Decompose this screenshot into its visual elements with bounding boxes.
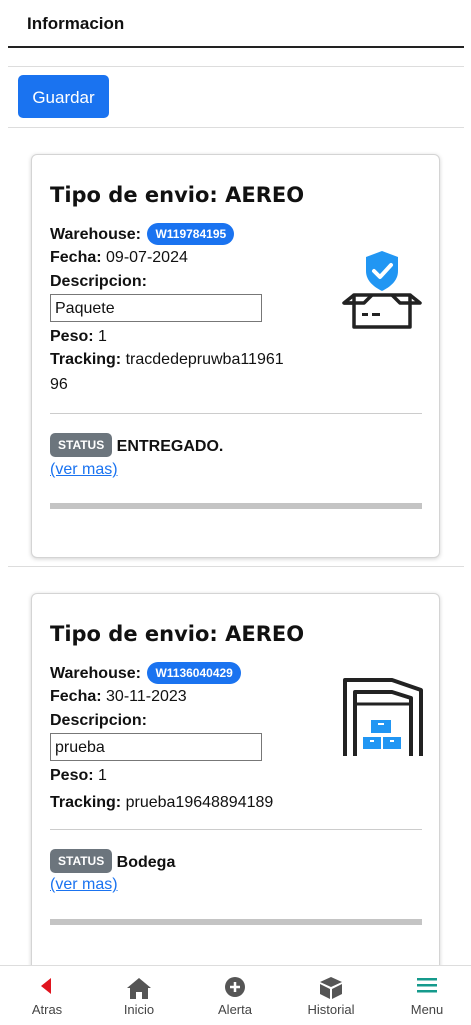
divider (8, 566, 464, 567)
nav-history-label: Historial (307, 1002, 355, 1017)
tracking-value: prueba19648894189 (125, 794, 274, 811)
box-icon (320, 977, 342, 999)
page-title: Informacion (27, 14, 125, 33)
date-label: Fecha: (50, 249, 102, 266)
nav-alert[interactable]: Alerta (188, 966, 282, 1025)
shipment-card: Tipo de envio: AEREO Warehouse: W1197841… (31, 154, 440, 558)
weight-label: Peso: (50, 767, 94, 784)
status-badge: STATUS (50, 849, 113, 873)
shipment-card: Tipo de envio: AEREO Warehouse: W1136040… (31, 593, 440, 995)
warehouse-label: Warehouse: (50, 665, 141, 682)
date-label: Fecha: (50, 688, 102, 705)
status-value: Bodega (116, 854, 176, 871)
nav-history[interactable]: Historial (284, 966, 378, 1025)
home-icon (127, 978, 151, 999)
warehouse-icon (342, 676, 424, 763)
weight-row: Peso: 1 (50, 328, 107, 346)
status-badge: STATUS (50, 433, 113, 457)
back-arrow-icon (41, 978, 51, 994)
warehouse-id-badge: W119784195 (147, 223, 235, 245)
weight-row: Peso: 1 (50, 767, 107, 785)
date-value: 09-07-2024 (106, 249, 188, 266)
nav-menu-label: Menu (410, 1002, 444, 1017)
date-value: 30-11-2023 (106, 688, 187, 705)
divider (8, 66, 464, 67)
description-field[interactable]: prueba (50, 733, 262, 761)
tracking-label: Tracking: (50, 351, 122, 368)
weight-label: Peso: (50, 328, 94, 345)
warehouse-id-badge: W1136040429 (147, 662, 241, 684)
header-divider (8, 46, 464, 48)
status-value: ENTREGADO. (116, 438, 224, 455)
package-delivered-icon (342, 249, 422, 336)
nav-back[interactable]: Atras (0, 966, 94, 1025)
save-button[interactable]: Guardar (18, 75, 109, 118)
card-divider (50, 829, 422, 830)
status-row: STATUS ENTREGADO. (50, 433, 223, 457)
see-more-link[interactable]: (ver mas) (50, 876, 118, 894)
description-field[interactable]: Paquete (50, 294, 262, 322)
shipment-type-title: Tipo de envio: AEREO (50, 622, 305, 646)
nav-home[interactable]: Inicio (92, 966, 186, 1025)
status-row: STATUS Bodega (50, 849, 175, 873)
progress-bar (50, 503, 422, 509)
description-label: Descripcion: (50, 273, 147, 290)
divider (8, 127, 464, 128)
nav-alert-label: Alerta (218, 1002, 252, 1017)
bottom-navigation: Atras Inicio Alerta Historial Menu (0, 965, 471, 1025)
nav-back-label: Atras (31, 1002, 63, 1017)
hamburger-menu-icon (417, 978, 437, 993)
weight-value: 1 (98, 328, 107, 345)
tracking-row: Tracking: prueba19648894189 (50, 790, 290, 815)
progress-bar (50, 919, 422, 925)
weight-value: 1 (98, 767, 107, 784)
tracking-row: Tracking: tracdedepruwba1196196 (50, 347, 290, 397)
top-header: Informacion (0, 0, 471, 48)
plus-circle-icon (225, 977, 245, 997)
see-more-link[interactable]: (ver mas) (50, 461, 118, 479)
date-row: Fecha: 09-07-2024 (50, 249, 188, 267)
date-row: Fecha: 30-11-2023 (50, 688, 187, 706)
warehouse-row: Warehouse: W119784195 (50, 223, 235, 245)
nav-menu[interactable]: Menu (380, 966, 471, 1025)
tracking-label: Tracking: (50, 794, 122, 811)
nav-home-label: Inicio (123, 1002, 155, 1017)
shipment-type-title: Tipo de envio: AEREO (50, 183, 305, 207)
description-label: Descripcion: (50, 712, 147, 729)
warehouse-row: Warehouse: W1136040429 (50, 662, 241, 684)
warehouse-label: Warehouse: (50, 226, 141, 243)
card-divider (50, 413, 422, 414)
